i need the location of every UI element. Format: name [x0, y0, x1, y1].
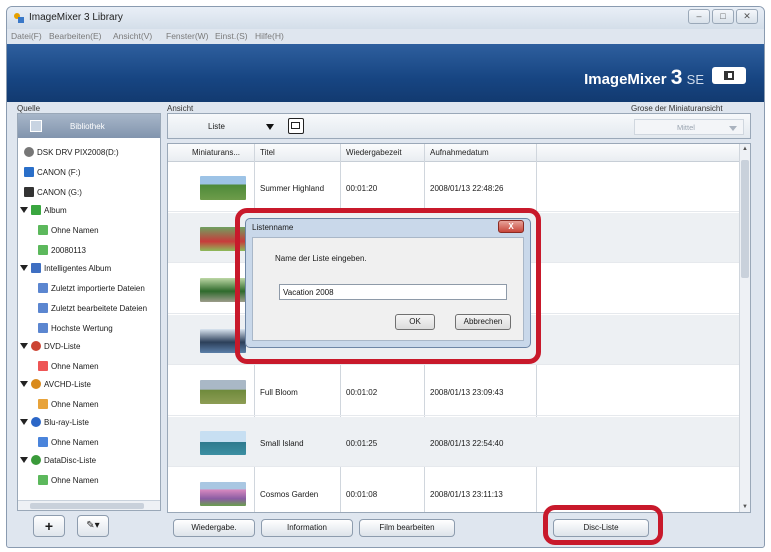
memory-card-icon [24, 187, 34, 197]
menu-settings[interactable]: Einst.(S) [215, 31, 248, 41]
col-date[interactable]: Aufnahmedatum [430, 148, 489, 157]
tree-item-datadisc-list[interactable]: DataDisc-Liste [20, 452, 96, 468]
menu-edit[interactable]: Bearbeiten(E) [49, 31, 101, 41]
action-bar: Wiedergabe. Information Film bearbeiten … [167, 515, 751, 539]
expand-arrow-icon[interactable] [20, 457, 28, 463]
col-title[interactable]: Titel [260, 148, 275, 157]
col-thumbnail[interactable]: Miniaturans... [192, 148, 240, 157]
table-row[interactable]: Small Island 00:01:25 2008/01/13 22:54:4… [168, 417, 750, 467]
drive-icon [24, 147, 34, 157]
tree-item-drive-d[interactable]: DSK DRV PIX2008(D:) [24, 144, 119, 160]
library-icon [30, 120, 42, 132]
expand-arrow-icon[interactable] [20, 381, 28, 387]
menu-bar: Datei(F) Bearbeiten(E) Ansicht(V) Fenste… [7, 29, 764, 44]
tree-item-canon-g[interactable]: CANON (G:) [24, 184, 82, 200]
scroll-up-icon[interactable]: ▲ [742, 146, 748, 152]
menu-file[interactable]: Datei(F) [11, 31, 42, 41]
expand-arrow-icon[interactable] [20, 343, 28, 349]
thumbnail-image [200, 176, 246, 200]
maximize-button[interactable]: □ [712, 9, 734, 24]
dialog-highlight [235, 208, 541, 364]
close-button[interactable]: ✕ [736, 9, 758, 24]
tree-item-bluray-list[interactable]: Blu-ray-Liste [20, 414, 89, 430]
tree-item-bluray-unnamed[interactable]: Ohne Namen [38, 434, 99, 450]
disc-icon [31, 455, 41, 465]
view-toolbar: Liste Mittel [167, 113, 751, 139]
tree-item-dvd-unnamed[interactable]: Ohne Namen [38, 358, 99, 374]
scrollbar-thumb[interactable] [30, 503, 144, 509]
layout-icon [724, 71, 734, 80]
tools-menu-button[interactable]: ✎▾ [77, 515, 109, 537]
expand-arrow-icon[interactable] [20, 419, 28, 425]
tree-item-album-20080113[interactable]: 20080113 [38, 242, 86, 258]
tree-item-avchd-unnamed[interactable]: Ohne Namen [38, 396, 99, 412]
smart-item-icon [38, 283, 48, 293]
view-mode-select[interactable]: Liste [208, 122, 225, 131]
scroll-down-icon[interactable]: ▼ [742, 504, 748, 510]
disc-icon [31, 417, 41, 427]
thumb-size-label: Grose der Miniaturansicht [631, 104, 723, 113]
disc-icon [31, 379, 41, 389]
play-button[interactable]: Wiedergabe. [173, 519, 255, 537]
chevron-down-icon[interactable] [266, 124, 274, 130]
table-row[interactable]: Summer Highland 00:01:20 2008/01/13 22:4… [168, 162, 750, 212]
album-item-icon [38, 225, 48, 235]
add-button[interactable]: + [33, 515, 65, 537]
table-vertical-scrollbar[interactable]: ▲ ▼ [739, 144, 750, 512]
library-header[interactable]: Bibliothek [18, 114, 160, 138]
app-icon [14, 13, 24, 23]
disc-icon [31, 341, 41, 351]
source-panel: Bibliothek DSK DRV PIX2008(D:) CANON (F:… [17, 113, 161, 511]
table-row[interactable]: Full Bloom 00:01:02 2008/01/13 23:09:43 [168, 366, 750, 416]
window-title: ImageMixer 3 Library [29, 12, 123, 23]
tree-item-recent-edited[interactable]: Zuletzt bearbeitete Dateien [38, 300, 147, 316]
brand-banner: ImageMixer 3 SE [7, 44, 764, 102]
tree-horizontal-scrollbar[interactable] [18, 500, 160, 510]
menu-window[interactable]: Fenster(W) [166, 31, 209, 41]
smart-item-icon [38, 323, 48, 333]
brand-logo: ImageMixer 3 SE [584, 66, 704, 89]
tree-item-canon-f[interactable]: CANON (F:) [24, 164, 81, 180]
thumbnail-image [200, 431, 246, 455]
list-item-icon [38, 399, 48, 409]
camera-icon [24, 167, 34, 177]
chevron-down-icon [729, 126, 737, 131]
thumbnail-view-icon[interactable] [288, 118, 304, 134]
layout-toggle-button[interactable] [712, 67, 746, 84]
expand-arrow-icon[interactable] [20, 207, 28, 213]
tree-item-datadisc-unnamed[interactable]: Ohne Namen [38, 472, 99, 488]
disc-list-highlight [543, 505, 663, 545]
scrollbar-thumb[interactable] [741, 160, 749, 278]
list-item-icon [38, 475, 48, 485]
thumbnail-image [200, 482, 246, 506]
tree-item-smart-album[interactable]: Intelligentes Album [20, 260, 111, 276]
thumbnail-image [200, 380, 246, 404]
smart-album-icon [31, 263, 41, 273]
menu-view[interactable]: Ansicht(V) [113, 31, 152, 41]
expand-arrow-icon[interactable] [20, 265, 28, 271]
album-icon [31, 205, 41, 215]
tree-item-dvd-list[interactable]: DVD-Liste [20, 338, 80, 354]
list-item-icon [38, 361, 48, 371]
information-button[interactable]: Information [261, 519, 353, 537]
table-row[interactable]: Cosmos Garden 00:01:08 2008/01/13 23:11:… [168, 468, 750, 512]
tree-item-album-unnamed[interactable]: Ohne Namen [38, 222, 99, 238]
title-bar: ImageMixer 3 Library – □ ✕ [7, 7, 764, 29]
tree-item-recent-imported[interactable]: Zuletzt importierte Dateien [38, 280, 145, 296]
smart-item-icon [38, 303, 48, 313]
minimize-button[interactable]: – [688, 9, 710, 24]
list-item-icon [38, 437, 48, 447]
menu-help[interactable]: Hilfe(H) [255, 31, 284, 41]
table-header: Miniaturans... Titel Wiedergabezeit Aufn… [168, 144, 750, 162]
source-label: Quelle [17, 104, 41, 113]
col-duration[interactable]: Wiedergabezeit [346, 148, 402, 157]
album-item-icon [38, 245, 48, 255]
view-label: Ansicht [167, 104, 194, 113]
thumb-size-select[interactable]: Mittel [634, 119, 744, 135]
library-label: Bibliothek [70, 122, 105, 131]
tree-item-top-rated[interactable]: Hochste Wertung [38, 320, 113, 336]
tree-item-album[interactable]: Album [20, 202, 67, 218]
edit-film-button[interactable]: Film bearbeiten [359, 519, 455, 537]
tree-item-avchd-list[interactable]: AVCHD-Liste [20, 376, 91, 392]
